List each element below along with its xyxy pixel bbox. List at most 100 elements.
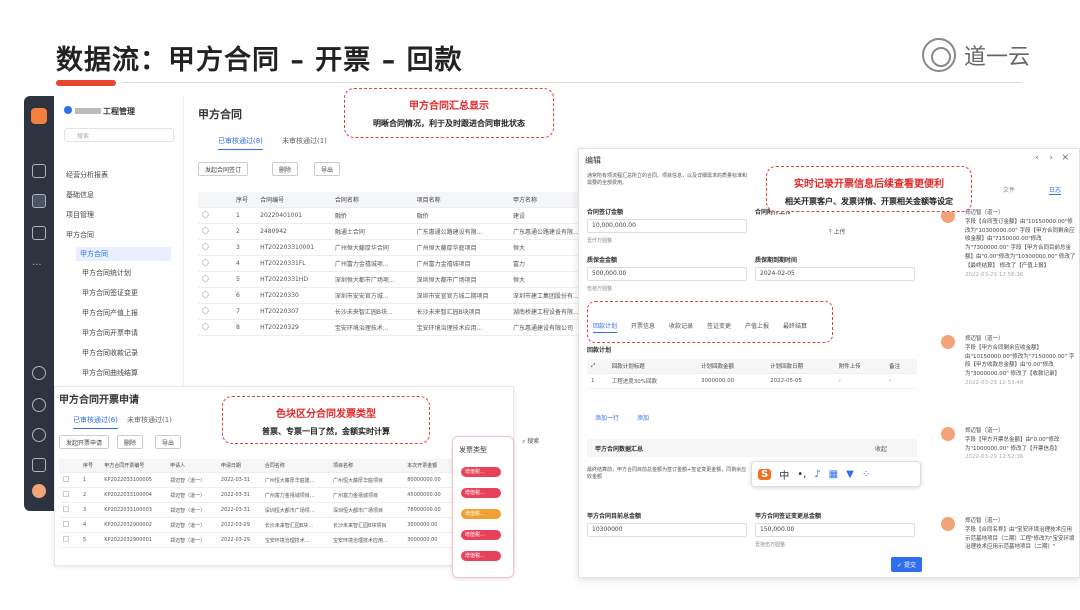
sidebar-item-change[interactable]: 甲方合同签证变更 — [82, 288, 138, 298]
add-icon[interactable] — [32, 366, 46, 380]
table-row[interactable]: 7 HT20220307 长沙未来智汇园B块... 长沙未来智汇园B块项目 湖南桥建工程… — [198, 303, 598, 320]
help-icon[interactable] — [32, 428, 46, 442]
table-cell: HT20220331FL — [256, 255, 331, 272]
row-checkbox[interactable] — [198, 303, 232, 320]
invoice-type-title: 发票类型 — [459, 446, 487, 454]
table-cell: 3000000.00 — [403, 532, 453, 548]
row-checkbox[interactable] — [198, 239, 232, 256]
current-total-label: 甲方合同目前总金额 — [587, 513, 642, 520]
collapse-button[interactable]: 收起 — [875, 444, 887, 453]
col-header: 合同名称 — [330, 192, 413, 208]
change-total-input[interactable]: 150,000.00 — [755, 523, 915, 537]
table-row[interactable]: 5 KP2022032900001 郑迈智（道一） 2022-03-29 宝安环境治理技… — [59, 532, 509, 548]
sidebar-item-contract[interactable]: 甲方合同 — [76, 247, 171, 261]
submit-button[interactable]: ✓ 提交 — [891, 557, 922, 572]
prev-icon[interactable]: ‹ — [1035, 153, 1039, 163]
new-invoice-button[interactable]: 发起开票申请 — [59, 435, 110, 449]
ime-keyboard-icon[interactable]: ▦ — [829, 469, 838, 480]
col-header: 申请日期 — [216, 459, 261, 473]
ime-logo-icon[interactable]: S — [758, 468, 772, 480]
due-date-input[interactable]: 2024-02-05 — [755, 267, 915, 281]
contract-amount-input[interactable]: 10,000,000.00 — [587, 219, 747, 233]
row-checkbox[interactable] — [59, 472, 79, 488]
sidebar-item-project[interactable]: 项目管理 — [66, 210, 94, 220]
invoice-type-pill: 增值税... — [461, 551, 501, 561]
export-button[interactable]: 导出 — [155, 435, 182, 449]
row-checkbox[interactable] — [198, 319, 232, 336]
table-row[interactable]: 4 KP2022032900002 郑迈智（道一） 2022-03-29 长沙未来智汇园… — [59, 517, 509, 533]
delete-button[interactable]: 删除 — [272, 162, 299, 176]
grid-icon[interactable] — [32, 194, 46, 208]
search-button[interactable]: ⌕ 搜索 — [522, 436, 539, 446]
table-row[interactable]: 3 KP2022033100003 郑迈智（道一） 2022-03-31 深圳恒大都市广… — [59, 502, 509, 518]
table-row[interactable]: 2 2480942 融通土合同 广东惠通公路建设有限... 广东惠通公路建设有限... — [198, 223, 598, 240]
new-contract-button[interactable]: 发起合同签订 — [198, 162, 249, 176]
table-row[interactable]: 6 HT20220330 深圳市安安官方城... 深圳市安宣官方城二期项目 深圳市建工集… — [198, 287, 598, 304]
row-checkbox[interactable] — [198, 207, 232, 224]
row-checkbox[interactable] — [198, 223, 232, 240]
row-checkbox[interactable] — [198, 255, 232, 272]
table-row[interactable]: 3 HT202203310001 广州恒大藤厚华合同 广州恒大藤厚华庭项目 恒大 — [198, 239, 598, 256]
sidebar-item-contract-group[interactable]: 甲方合同 — [66, 230, 94, 240]
bell-icon[interactable] — [32, 458, 46, 472]
export-button[interactable]: 导出 — [314, 162, 341, 176]
ime-skin-icon[interactable]: ▼ — [846, 469, 854, 480]
ime-chinese-icon[interactable]: 中 — [779, 467, 789, 482]
tab-approved[interactable]: 已审核通过(8) — [218, 136, 263, 150]
tab-unapproved[interactable]: 未审核通过(1) — [127, 415, 172, 425]
ime-apps-icon[interactable]: ⁘ — [862, 469, 870, 480]
row-checkbox[interactable] — [198, 287, 232, 304]
table-cell: 80000000.00 — [403, 472, 453, 488]
row-checkbox[interactable] — [198, 271, 232, 288]
table-cell: 广州富力金禧城项目 — [329, 487, 404, 503]
sidebar-item-invoice[interactable]: 甲方合同开票申请 — [82, 328, 138, 338]
table-row[interactable]: 1 20220401001 融侨 融侨 建设 — [198, 207, 598, 224]
sidebar-item-report[interactable]: 经营分析报表 — [66, 170, 108, 180]
ime-punct-icon[interactable]: •, — [797, 469, 806, 480]
col-header: 项目名称 — [412, 192, 510, 208]
next-icon[interactable]: › — [1049, 153, 1053, 163]
row-checkbox[interactable] — [59, 532, 79, 548]
table-row[interactable]: 8 HT20220329 宝安环境治理技术... 宝安环境治理技术应用... 广东惠通建… — [198, 319, 598, 336]
add-row-link[interactable]: 添加一行 — [595, 413, 619, 422]
sidebar-item-output[interactable]: 甲方合同产值上报 — [82, 308, 138, 318]
table-cell: KP2022032900002 — [100, 517, 167, 533]
table-row[interactable]: 5 HT20220331HD 深圳恒大都市广场项... 深圳恒大都市广场项目 恒大 — [198, 271, 598, 288]
app-icon[interactable] — [31, 108, 47, 124]
sidebar-item-basic[interactable]: 基础信息 — [66, 190, 94, 200]
table-cell: 深圳恒大都市广场项... — [260, 502, 330, 518]
delete-button[interactable]: 删除 — [117, 435, 144, 449]
table-cell: 宝安环境治理技术应用... — [329, 532, 404, 548]
app-name[interactable]: 工程管理 — [64, 106, 135, 117]
tab-unapproved[interactable]: 未审核通过(1) — [282, 136, 327, 146]
table-row[interactable]: 4 HT20220331FL 广州富力金禧城项... 广州富力金禧城项目 富力 — [198, 255, 598, 272]
table-row[interactable]: 2 KP2022033100004 郑迈智（道一） 2022-03-31 广州富力金禧城… — [59, 487, 509, 503]
col-header: 本次开票金额 — [403, 459, 453, 473]
sidebar-search-input[interactable]: 搜索 — [64, 128, 174, 142]
tab-files[interactable]: 文件 — [1003, 185, 1015, 194]
more-icon[interactable]: ··· — [32, 261, 46, 276]
home-icon[interactable] — [32, 164, 46, 178]
table-cell: 5 — [232, 271, 257, 288]
close-icon[interactable]: × — [1061, 153, 1069, 163]
add-link[interactable]: 添加 — [637, 413, 649, 422]
sidebar-item-settle[interactable]: 甲方合同曲线结算 — [82, 368, 138, 378]
deposit-input[interactable]: 500,000.00 — [587, 267, 747, 281]
document-icon[interactable] — [32, 226, 46, 240]
sidebar-item-contract-plan[interactable]: 甲方合同统计划 — [82, 268, 131, 278]
table-cell: HT202203310001 — [256, 239, 331, 256]
ime-mic-icon[interactable]: ♪ — [814, 469, 820, 480]
row-checkbox[interactable] — [59, 517, 79, 533]
row-checkbox[interactable] — [59, 502, 79, 518]
current-total-input[interactable]: 10300000 — [587, 523, 747, 537]
tab-logs[interactable]: 日志 — [1049, 185, 1062, 195]
search-icon[interactable] — [32, 398, 46, 412]
upload-button[interactable]: ⤒ 上传 — [829, 227, 846, 237]
user-avatar[interactable] — [32, 484, 46, 498]
table-row[interactable]: 1 KP2022033100005 郑迈智（道一） 2022-03-31 广州恒大藤厚华… — [59, 472, 509, 488]
row-checkbox[interactable] — [59, 487, 79, 503]
tab-approved[interactable]: 已审核通过(6) — [73, 415, 118, 429]
table-cell: 广东惠通公路建设有限... — [412, 223, 510, 240]
table-cell: 广州恒大藤厚华庭项目 — [412, 239, 510, 256]
sidebar-item-receipt[interactable]: 甲方合同收款记录 — [82, 348, 138, 358]
